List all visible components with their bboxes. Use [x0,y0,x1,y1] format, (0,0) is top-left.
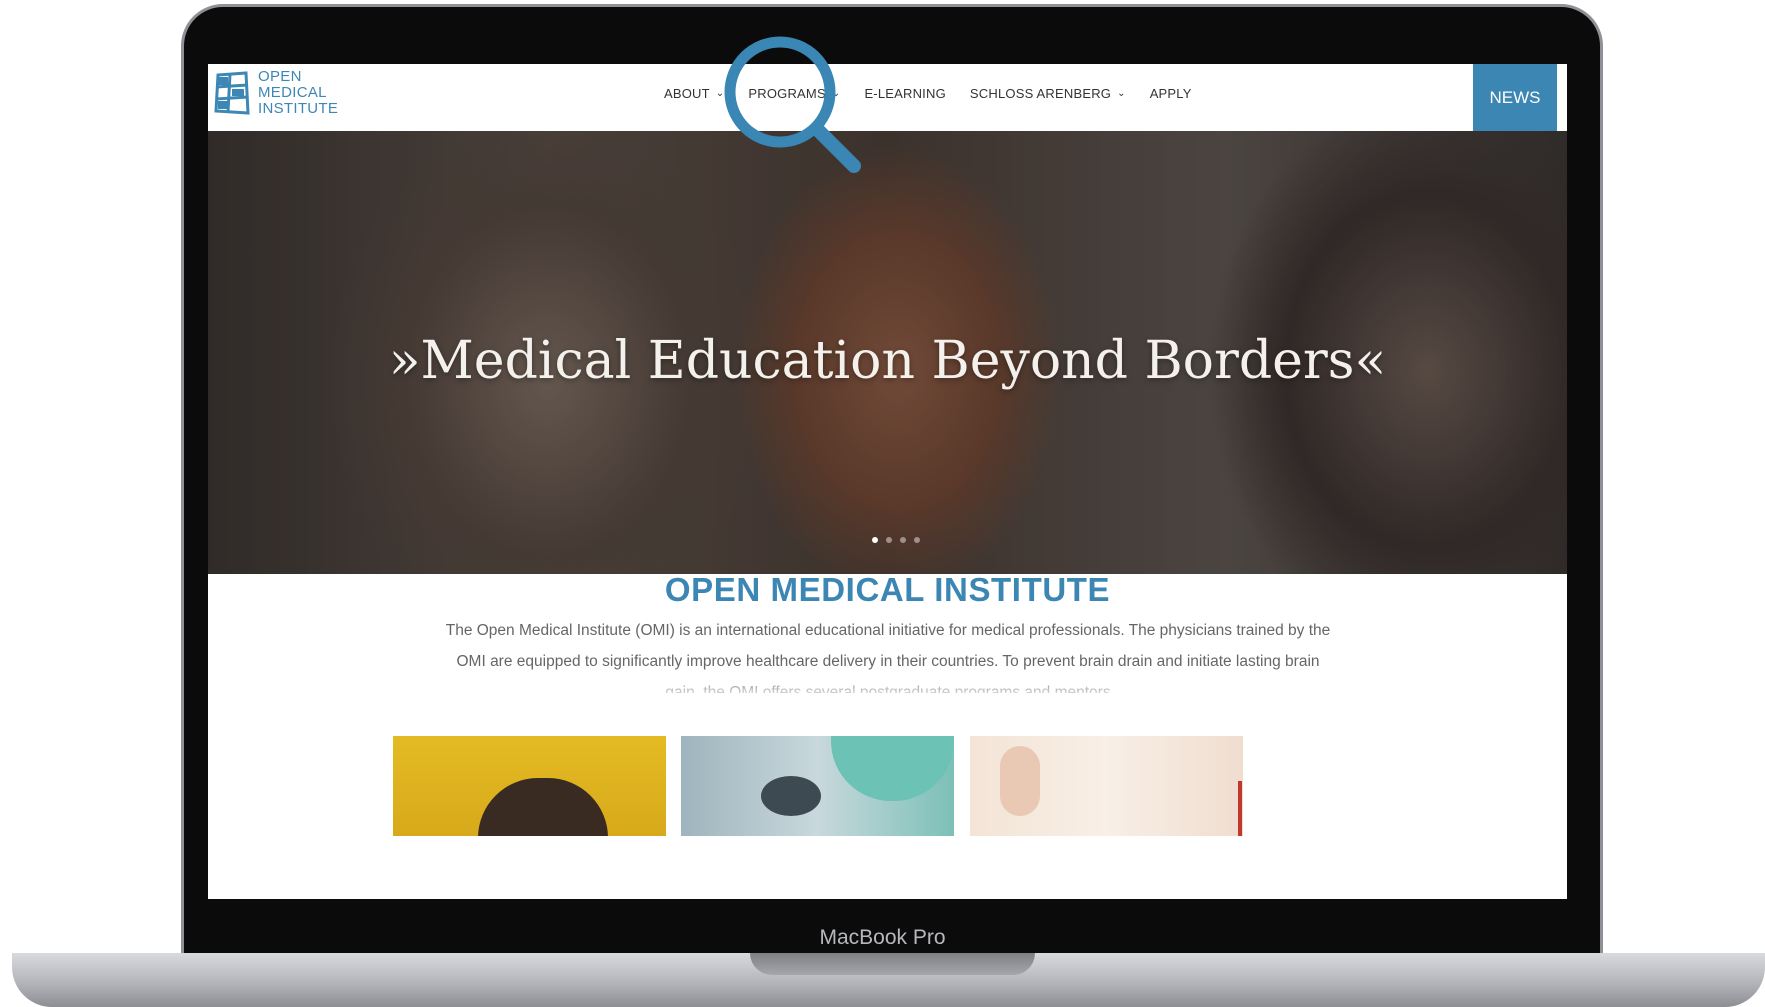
device-label: MacBook Pro [819,926,946,949]
slider-dot-2[interactable] [886,537,892,543]
logo-line-open: OPEN [258,68,302,85]
nav-item-schloss-arenberg[interactable]: SCHLOSS ARENBERG ⌄ [970,86,1126,101]
program-cards [208,736,1567,836]
nav-item-apply[interactable]: APPLY [1150,86,1192,101]
nav-label: SCHLOSS ARENBERG [969,86,1112,101]
logo-line-medical: MEDICAL [258,84,327,101]
slider-dot-4[interactable] [914,537,920,543]
nav-label: ABOUT [664,86,710,101]
slider-dots [872,537,920,543]
nav-item-about[interactable]: ABOUT ⌄ [664,86,724,101]
card-image [478,778,608,836]
slider-dot-1[interactable] [872,537,878,543]
card-image-detail [1238,781,1242,836]
program-card-3[interactable] [970,736,1243,836]
card-image [761,776,821,816]
chevron-down-icon: ⌄ [1117,88,1126,99]
news-button[interactable]: NEWS [1473,64,1557,131]
logo-line-institute: INSTITUTE [258,100,339,117]
card-image-detail [831,736,954,801]
magnifier-icon [722,34,872,189]
hero-title: »Medical Education Beyond Borders« [388,331,1387,391]
hero-slider: »Medical Education Beyond Borders« [208,131,1567,574]
intro-heading: OPEN MEDICAL INSTITUTE [664,571,1111,608]
program-card-2[interactable] [681,736,954,836]
logo-globe-icon [212,69,252,117]
laptop-screen: OPEN MEDICAL INSTITUTE ABOUT ⌄ PROGRAMS … [208,64,1567,899]
nav-label: E-LEARNING [864,86,946,101]
laptop-base-notch [750,953,1035,975]
site-logo[interactable]: OPEN MEDICAL INSTITUTE [212,69,338,117]
intro-fade [208,672,1567,702]
program-card-1[interactable] [393,736,666,836]
slider-dot-3[interactable] [900,537,906,543]
logo-text: OPEN MEDICAL INSTITUTE [258,69,338,117]
card-image [1000,746,1040,816]
nav-label: APPLY [1149,86,1192,101]
nav-item-e-learning[interactable]: E-LEARNING [864,86,945,101]
site-header: OPEN MEDICAL INSTITUTE ABOUT ⌄ PROGRAMS … [208,64,1567,131]
